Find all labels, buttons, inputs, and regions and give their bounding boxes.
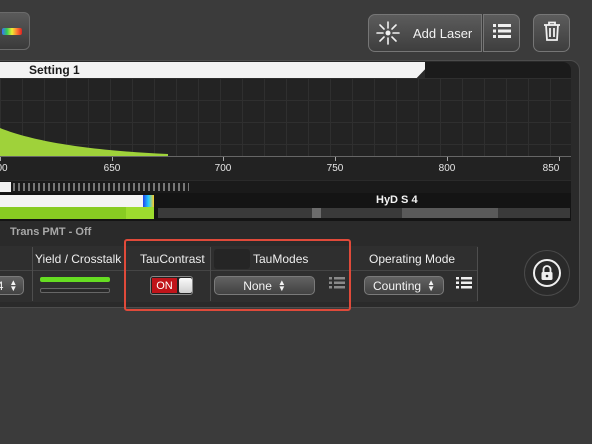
crosstalk-bar: [40, 288, 110, 293]
range-slider-ticks: [13, 183, 189, 191]
yield-crosstalk-label: Yield / Crosstalk: [35, 252, 122, 266]
tab-strip: [425, 62, 571, 78]
detector-track: [158, 208, 570, 218]
divider: [32, 247, 33, 301]
add-laser-button[interactable]: Add Laser: [368, 14, 482, 52]
lock-button[interactable]: [524, 250, 570, 296]
partial-spinner-value: 4: [0, 278, 4, 293]
add-laser-label: Add Laser: [413, 25, 473, 41]
operating-mode-select[interactable]: Counting ▲ ▼: [364, 276, 444, 295]
partial-spinner[interactable]: 4 ▲ ▼: [0, 276, 24, 295]
delete-button[interactable]: [533, 14, 570, 52]
tick-label: 650: [103, 163, 121, 174]
trash-icon: [543, 21, 561, 46]
detection-range-handle[interactable]: [143, 195, 154, 207]
laser-burst-icon: [369, 15, 407, 51]
detection-range-bar[interactable]: [0, 195, 143, 207]
operating-mode-list-button[interactable]: [452, 274, 476, 296]
tick-label: 850: [542, 163, 560, 174]
spectrum-icon: [2, 28, 22, 35]
detection-range-fill-edge: [126, 207, 154, 219]
detection-range-fill: [0, 207, 126, 219]
lock-icon: [533, 259, 561, 287]
list-icon: [456, 276, 472, 295]
divider: [477, 247, 478, 301]
wavelength-axis: 00 650 700 750 800 850: [0, 156, 571, 180]
detector-track-highlight: [402, 208, 498, 218]
detector-label: HyD S 4: [376, 194, 418, 206]
trans-pmt-label: Trans PMT - Off: [10, 226, 92, 238]
updown-arrows-icon: ▲ ▼: [9, 277, 18, 293]
tick-label: 800: [438, 163, 456, 174]
operating-mode-label: Operating Mode: [369, 252, 456, 266]
range-slider-handle[interactable]: [0, 182, 11, 192]
tick-label: 750: [326, 163, 344, 174]
laser-list-button[interactable]: [483, 14, 520, 52]
detector-track-marker[interactable]: [312, 208, 321, 218]
setting-tab[interactable]: Setting 1: [0, 62, 432, 78]
spectrum-thumbnail-button[interactable]: [0, 12, 30, 50]
yield-bar: [40, 277, 110, 282]
tick-label: 00: [0, 163, 8, 174]
tick-label: 700: [214, 163, 232, 174]
emission-curve: [0, 128, 168, 158]
list-icon: [492, 23, 511, 44]
operating-mode-value: Counting: [373, 278, 422, 293]
spectrum-plot[interactable]: [0, 78, 571, 158]
updown-arrows-icon: ▲ ▼: [427, 277, 435, 293]
tau-settings-highlight: [124, 239, 351, 311]
